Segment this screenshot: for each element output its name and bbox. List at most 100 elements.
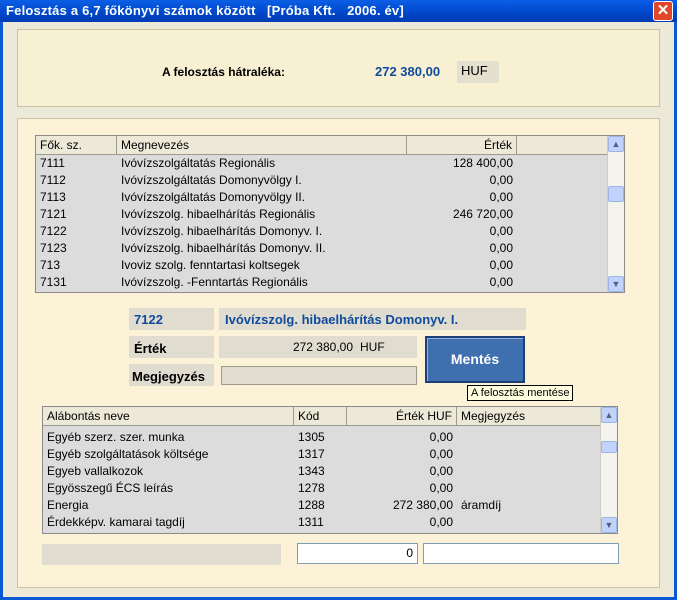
- remaining-amount: 272 380,00: [375, 64, 441, 79]
- table-row[interactable]: 7122 Ivóvízszolg. hibaelhárítás Domonyv. …: [36, 223, 608, 240]
- breakdown-code-cell: 1305: [298, 430, 325, 444]
- account-value-cell: 0,00: [489, 241, 513, 255]
- account-code-cell: 713: [40, 258, 61, 272]
- table-row[interactable]: 7131 Ivóvízszolg. -Fenntartás Regionális 0…: [36, 274, 608, 291]
- total-value-field[interactable]: 0: [297, 543, 418, 564]
- account-extra-cell: [517, 223, 608, 240]
- accounts-scrollbar[interactable]: ▲ ▼: [607, 136, 624, 292]
- table-row[interactable]: 7111 Ivóvízszolgáltatás Regionális 128 400…: [36, 155, 608, 172]
- account-value-cell: 0,00: [489, 173, 513, 187]
- account-extra-cell: [517, 172, 608, 189]
- accounts-table[interactable]: Fők. sz. Megnevezés Érték 7111 Ivóvízszol…: [35, 135, 625, 293]
- breakdown-name-cell: Egyéb szerz. szer. munka: [47, 430, 185, 444]
- account-extra-cell: [517, 257, 608, 274]
- table-row[interactable]: 7112 Ivóvízszolgáltatás Domonyvölgy I. 0,0…: [36, 172, 608, 189]
- account-value-cell: 128 400,00: [452, 156, 513, 170]
- table-row[interactable]: 7121 Ivóvízszolg. hibaelhárítás Regionáli…: [36, 206, 608, 223]
- breakdown-value-cell: 272 380,00: [392, 498, 453, 512]
- column-header-account[interactable]: Fők. sz.: [36, 136, 117, 154]
- account-name-cell: Ivóvízszolg. -Fenntartás Regionális: [121, 275, 308, 289]
- window-title: Felosztás a 6,7 főkönyvi számok között […: [6, 3, 404, 18]
- breakdown-code-cell: 1288: [298, 498, 325, 512]
- account-code-cell: 7121: [40, 207, 67, 221]
- breakdown-name-cell: Egyéb szolgáltatások költsége: [47, 447, 209, 461]
- table-row[interactable]: Egyéb szerz. szer. munka 1305 0,00: [43, 429, 601, 446]
- note-field[interactable]: [221, 366, 417, 385]
- account-code-cell: 7122: [40, 224, 67, 238]
- value-label: Érték: [134, 341, 167, 356]
- table-row[interactable]: Egyeb vallalkozok 1343 0,00: [43, 463, 601, 480]
- summary-panel: A felosztás hátraléka: 272 380,00 HUF: [17, 29, 660, 107]
- breakdown-name-cell: Érdekképv. kamarai tagdíj: [47, 515, 185, 529]
- breakdown-value-cell: 0,00: [429, 430, 453, 444]
- scroll-down-icon[interactable]: ▼: [601, 517, 617, 533]
- table-row[interactable]: Egyéb szolgáltatások költsége 1317 0,00: [43, 446, 601, 463]
- breakdown-note-cell: [457, 480, 601, 497]
- breakdown-value-cell: 0,00: [429, 464, 453, 478]
- breakdown-value-cell: 0,00: [429, 515, 453, 529]
- account-value-cell: 246 720,00: [452, 207, 513, 221]
- remaining-currency: HUF: [457, 61, 499, 83]
- account-name-cell: Ivóvízszolgáltatás Domonyvölgy I.: [121, 173, 302, 187]
- column-header-name[interactable]: Megnevezés: [117, 136, 407, 154]
- account-name-cell: Ivóvízszolg. hibaelhárítás Domonyv. I.: [121, 224, 323, 238]
- close-icon[interactable]: ✕: [653, 1, 673, 21]
- account-code-cell: 7112: [40, 173, 66, 187]
- breakdown-scrollbar[interactable]: ▲ ▼: [600, 407, 617, 533]
- accounts-table-header: Fők. sz. Megnevezés Érték: [36, 136, 608, 155]
- breakdown-note-cell: áramdíj: [461, 498, 502, 512]
- table-row[interactable]: 7123 Ivóvízszolg. hibaelhárítás Domonyv. …: [36, 240, 608, 257]
- breakdown-note-cell: [457, 446, 601, 463]
- column-header-value-huf[interactable]: Érték HUF: [347, 407, 457, 425]
- window: Felosztás a 6,7 főkönyvi számok között […: [0, 0, 677, 600]
- account-name-cell: Ivoviz szolg. fenntartasi koltsegek: [121, 258, 300, 272]
- account-value-cell: 0,00: [489, 190, 513, 204]
- account-name-cell: Ivóvízszolg. hibaelhárítás Domonyv. II.: [121, 241, 326, 255]
- table-row[interactable]: Energia 1288 272 380,00 áramdíj: [43, 497, 601, 514]
- account-name-cell: Ivóvízszolgáltatás Domonyvölgy II.: [121, 190, 306, 204]
- column-header-code[interactable]: Kód: [294, 407, 347, 425]
- scroll-up-icon[interactable]: ▲: [601, 407, 617, 423]
- account-extra-cell: [517, 274, 608, 291]
- account-name-cell: Ivóvízszolg. hibaelhárítás Regionális: [121, 207, 316, 221]
- breakdown-note-cell: [457, 514, 601, 531]
- account-code-cell: 7123: [40, 241, 67, 255]
- account-extra-cell: [517, 189, 608, 206]
- breakdown-table[interactable]: Alábontás neve Kód Érték HUF Megjegyzés …: [42, 406, 618, 534]
- column-header-value[interactable]: Érték: [407, 136, 517, 154]
- account-extra-cell: [517, 240, 608, 257]
- remaining-label: A felosztás hátraléka:: [162, 65, 285, 79]
- save-button[interactable]: Mentés: [425, 336, 525, 383]
- scroll-thumb[interactable]: [601, 441, 617, 453]
- scroll-thumb[interactable]: [608, 186, 624, 202]
- main-panel: Fők. sz. Megnevezés Érték 7111 Ivóvízszol…: [17, 118, 660, 588]
- account-extra-cell: [517, 206, 608, 223]
- breakdown-code-cell: 1278: [298, 481, 325, 495]
- breakdown-value-cell: 0,00: [429, 447, 453, 461]
- account-value-cell: 0,00: [489, 258, 513, 272]
- breakdown-note-cell: [457, 429, 601, 446]
- account-code-cell: 7113: [40, 190, 66, 204]
- table-row[interactable]: 7113 Ivóvízszolgáltatás Domonyvölgy II. 0,…: [36, 189, 608, 206]
- breakdown-code-cell: 1343: [298, 464, 325, 478]
- note-label: Megjegyzés: [132, 369, 205, 384]
- table-row[interactable]: Egyösszegű ÉCS leírás 1278 0,00: [43, 480, 601, 497]
- breakdown-value-cell: 0,00: [429, 481, 453, 495]
- table-row[interactable]: Érdekképv. kamarai tagdíj 1311 0,00: [43, 514, 601, 531]
- breakdown-name-cell: Energia: [47, 498, 89, 512]
- total-note-field[interactable]: [423, 543, 619, 564]
- table-row[interactable]: 713 Ivoviz szolg. fenntartasi koltsegek 0,…: [36, 257, 608, 274]
- account-code-cell: 7111: [40, 156, 65, 170]
- account-code-cell: 7131: [40, 275, 67, 289]
- scroll-up-icon[interactable]: ▲: [608, 136, 624, 152]
- scroll-down-icon[interactable]: ▼: [608, 276, 624, 292]
- column-header-extra[interactable]: [517, 136, 608, 154]
- title-bar[interactable]: Felosztás a 6,7 főkönyvi számok között […: [0, 0, 677, 22]
- account-extra-cell: [517, 155, 608, 172]
- column-header-breakdown-name[interactable]: Alábontás neve: [43, 407, 294, 425]
- breakdown-table-header: Alábontás neve Kód Érték HUF Megjegyzés: [43, 407, 601, 426]
- account-value-cell: 0,00: [489, 275, 513, 289]
- column-header-note[interactable]: Megjegyzés: [457, 407, 601, 425]
- breakdown-name-cell: Egyeb vallalkozok: [47, 464, 144, 478]
- breakdown-code-cell: 1311: [298, 515, 324, 529]
